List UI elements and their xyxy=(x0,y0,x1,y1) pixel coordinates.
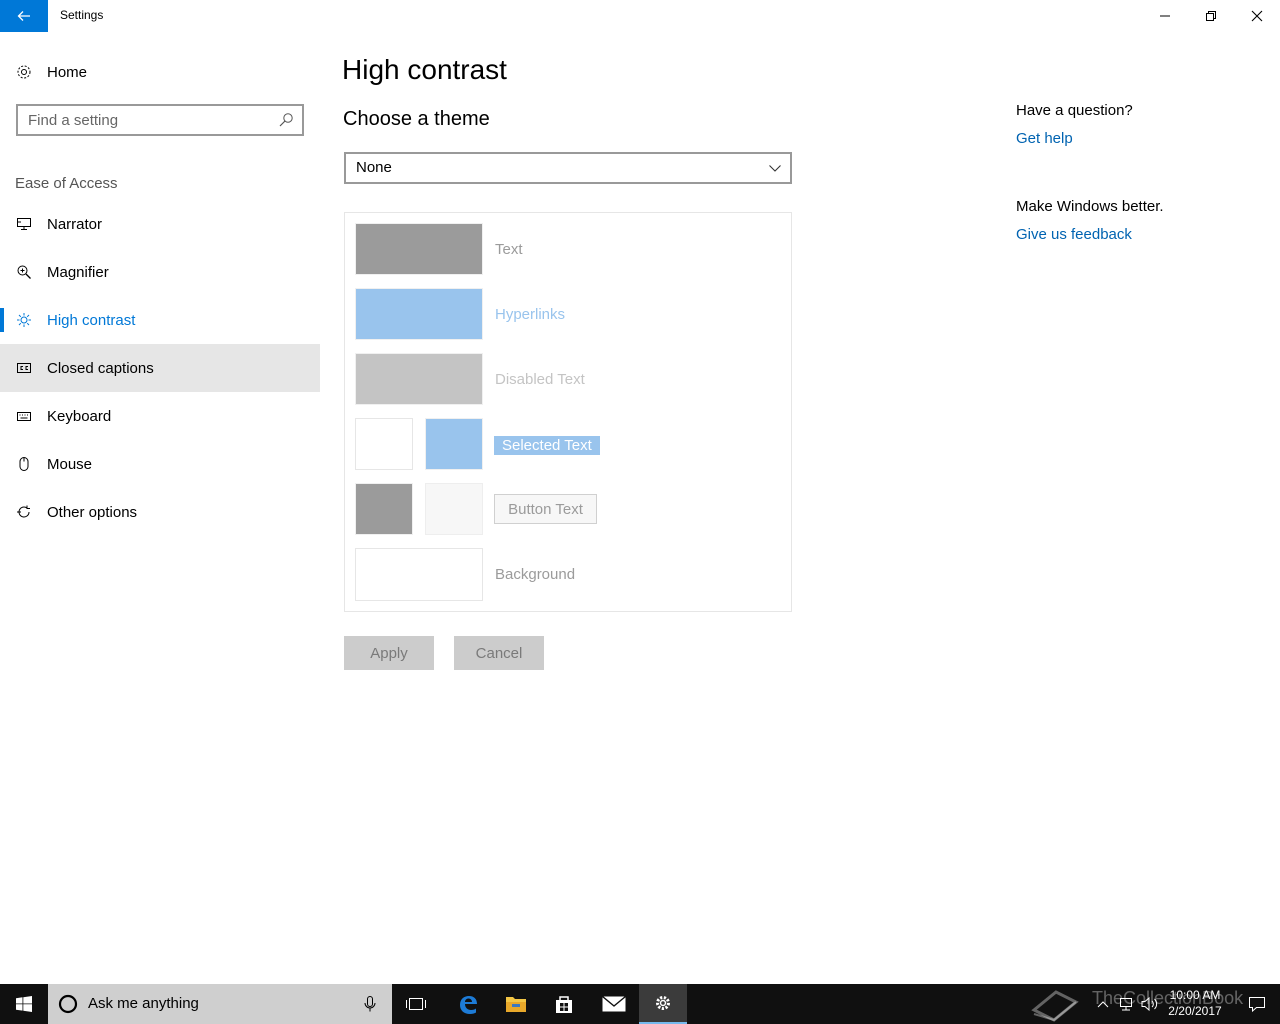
sidebar-item-keyboard[interactable]: Keyboard xyxy=(0,392,320,440)
edge-button[interactable] xyxy=(444,984,492,1024)
sidebar-item-mouse[interactable]: Mouse xyxy=(0,440,320,488)
microphone-icon[interactable] xyxy=(364,996,376,1012)
theme-preview-panel: Text Hyperlinks Disabled Text Selected T… xyxy=(344,212,792,612)
section-label: Ease of Access xyxy=(15,175,118,192)
minimize-icon xyxy=(1160,15,1170,17)
notification-icon xyxy=(1249,997,1265,1012)
button-face-color-swatch[interactable] xyxy=(425,483,483,535)
network-icon xyxy=(1120,998,1132,1011)
settings-taskbar-button[interactable] xyxy=(639,984,687,1024)
back-arrow-icon xyxy=(17,11,30,21)
other-options-icon xyxy=(15,503,33,521)
button-text-color-swatch[interactable] xyxy=(355,483,413,535)
window-title: Settings xyxy=(60,8,104,22)
closed-captions-icon xyxy=(15,359,33,377)
title-bar: Settings xyxy=(0,0,1280,32)
high-contrast-icon xyxy=(15,311,33,329)
get-help-link[interactable]: Get help xyxy=(1016,130,1073,147)
hyperlinks-color-label: Hyperlinks xyxy=(495,306,566,323)
search-input[interactable] xyxy=(28,111,268,129)
task-view-button[interactable] xyxy=(392,984,440,1024)
feedback-heading: Make Windows better. xyxy=(1016,198,1164,215)
search-box[interactable] xyxy=(16,104,304,136)
task-view-icon xyxy=(406,998,426,1010)
main-content: High contrast Choose a theme None Text H… xyxy=(320,32,980,984)
text-color-label: Text xyxy=(495,241,523,258)
text-color-swatch[interactable] xyxy=(355,223,483,275)
sidebar-item-magnifier[interactable]: Magnifier xyxy=(0,248,320,296)
settings-gear-icon xyxy=(656,996,670,1010)
sidebar-item-high-contrast[interactable]: High contrast xyxy=(0,296,320,344)
sidebar-home-label: Home xyxy=(47,63,88,81)
cortana-search-text: Ask me anything xyxy=(88,995,199,1012)
hyperlinks-color-swatch[interactable] xyxy=(355,288,483,340)
clock-date: 2/20/2017 xyxy=(1168,1004,1222,1018)
sidebar-item-closed-captions[interactable]: Closed captions xyxy=(0,344,320,392)
gear-icon xyxy=(15,63,33,81)
volume-button[interactable] xyxy=(1140,984,1160,1024)
restore-icon xyxy=(1206,11,1216,21)
sidebar: Home Ease of Access Narrator Magnifier H… xyxy=(0,32,320,984)
button-text-label: Button Text xyxy=(494,494,597,524)
sidebar-item-label: Mouse xyxy=(47,455,93,473)
question-heading: Have a question? xyxy=(1016,102,1133,119)
close-button[interactable] xyxy=(1234,0,1280,32)
sidebar-item-label: Closed captions xyxy=(47,359,154,377)
store-bag-icon xyxy=(556,996,572,1013)
selected-text-background-swatch[interactable] xyxy=(425,418,483,470)
sidebar-item-narrator[interactable]: Narrator xyxy=(0,200,320,248)
magnifier-icon xyxy=(15,263,33,281)
chevron-up-icon xyxy=(1097,1001,1109,1008)
sidebar-item-home[interactable]: Home xyxy=(0,52,320,92)
apply-button[interactable]: Apply xyxy=(344,636,434,670)
back-button[interactable] xyxy=(0,0,48,32)
keyboard-icon xyxy=(15,407,33,425)
sidebar-item-label: High contrast xyxy=(47,311,136,329)
sidebar-item-label: Narrator xyxy=(47,215,103,233)
disabled-text-color-swatch[interactable] xyxy=(355,353,483,405)
search-icon[interactable] xyxy=(278,112,294,128)
start-button[interactable] xyxy=(0,984,48,1024)
narrator-icon xyxy=(15,215,33,233)
taskbar: Ask me anything TheCollectionBook 10:00 … xyxy=(0,984,1280,1024)
network-button[interactable] xyxy=(1116,984,1136,1024)
give-feedback-link[interactable]: Give us feedback xyxy=(1016,226,1132,243)
theme-dropdown-value: None xyxy=(356,159,392,176)
restore-button[interactable] xyxy=(1188,0,1234,32)
selected-text-foreground-swatch[interactable] xyxy=(355,418,413,470)
cortana-icon xyxy=(58,994,78,1014)
sidebar-item-other-options[interactable]: Other options xyxy=(0,488,320,536)
windows-logo-icon xyxy=(16,996,32,1012)
choose-theme-heading: Choose a theme xyxy=(343,108,490,130)
theme-dropdown[interactable]: None xyxy=(344,152,792,184)
chevron-down-icon xyxy=(769,165,781,172)
mail-icon xyxy=(602,996,626,1012)
sidebar-item-label: Keyboard xyxy=(47,407,112,425)
folder-icon xyxy=(506,997,526,1012)
cortana-search-box[interactable]: Ask me anything xyxy=(48,984,392,1024)
background-color-swatch[interactable] xyxy=(355,548,483,601)
sidebar-item-label: Magnifier xyxy=(47,263,109,281)
clock[interactable]: 10:00 AM 2/20/2017 xyxy=(1160,987,1230,1019)
selected-text-label: Selected Text xyxy=(494,436,600,455)
cancel-button[interactable]: Cancel xyxy=(454,636,544,670)
close-icon xyxy=(1251,10,1263,22)
edge-browser-icon xyxy=(460,996,477,1014)
mouse-icon xyxy=(15,455,33,473)
book-logo-icon xyxy=(1031,990,1079,1022)
file-explorer-button[interactable] xyxy=(492,984,540,1024)
disabled-text-color-label: Disabled Text xyxy=(495,371,585,388)
selection-indicator xyxy=(0,308,4,332)
action-center-button[interactable] xyxy=(1234,984,1280,1024)
page-title: High contrast xyxy=(342,54,507,85)
mail-button[interactable] xyxy=(590,984,638,1024)
store-button[interactable] xyxy=(540,984,588,1024)
volume-icon xyxy=(1141,996,1158,1012)
show-hidden-icons-button[interactable] xyxy=(1094,984,1112,1024)
sidebar-item-label: Other options xyxy=(47,503,138,521)
background-color-label: Background xyxy=(495,566,576,583)
clock-time: 10:00 AM xyxy=(1169,988,1221,1002)
minimize-button[interactable] xyxy=(1142,0,1188,32)
